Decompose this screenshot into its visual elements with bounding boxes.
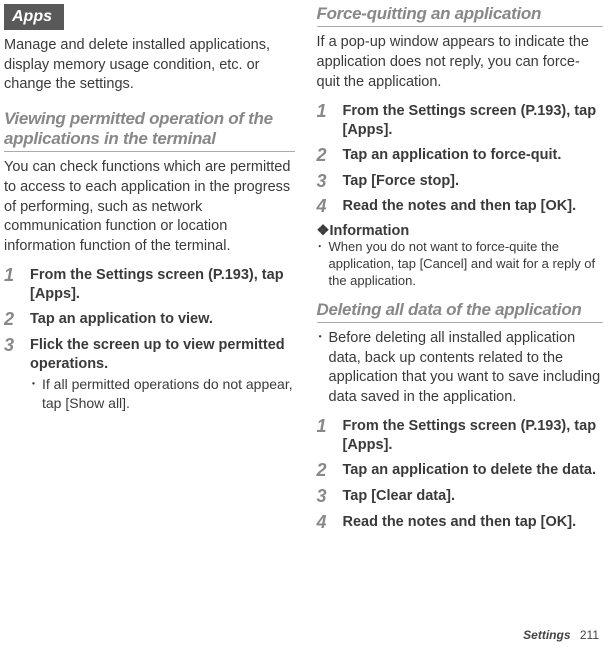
left-column: Apps Manage and delete installed applica… xyxy=(0,0,305,648)
note-item: ･ Before deleting all installed applicat… xyxy=(317,329,604,407)
step-number: 3 xyxy=(317,172,343,192)
subhead-deleting: Deleting all data of the application xyxy=(317,300,604,323)
step-text: Tap an application to force-quit. xyxy=(343,146,604,165)
subhead-viewing-desc: You can check functions which are permit… xyxy=(4,158,295,256)
step-number: 2 xyxy=(4,310,30,330)
step-number: 2 xyxy=(317,461,343,481)
step-number: 4 xyxy=(317,197,343,217)
bullet-icon: ･ xyxy=(30,375,42,411)
step-text: From the Settings screen (P.193), tap [A… xyxy=(343,417,604,455)
step-row: 2 Tap an application to delete the data. xyxy=(317,461,604,481)
information-heading: ❖Information xyxy=(317,223,604,239)
step-text: Tap [Clear data]. xyxy=(343,487,604,506)
subhead-forcequit: Force-quitting an application xyxy=(317,4,604,27)
step-text: From the Settings screen (P.193), tap [A… xyxy=(30,266,295,304)
page-footer: Settings 211 xyxy=(523,628,599,642)
step-number: 3 xyxy=(4,336,30,412)
step-row: 2 Tap an application to view. xyxy=(4,310,295,330)
step-text: Flick the screen up to view permitted op… xyxy=(30,336,295,374)
step-subtext-body: If all permitted operations do not appea… xyxy=(42,375,295,411)
step-row: 3 Tap [Force stop]. xyxy=(317,172,604,192)
information-item: ･ When you do not want to force-quite th… xyxy=(317,239,604,290)
step-subtext: ･ If all permitted operations do not app… xyxy=(30,375,295,411)
step-row: 1 From the Settings screen (P.193), tap … xyxy=(317,102,604,140)
step-row: 2 Tap an application to force-quit. xyxy=(317,146,604,166)
bullet-icon: ･ xyxy=(317,329,329,407)
step-row: 4 Read the notes and then tap [OK]. xyxy=(317,513,604,533)
bullet-icon: ･ xyxy=(317,239,329,290)
section-intro: Manage and delete installed applications… xyxy=(4,36,295,95)
step-row: 1 From the Settings screen (P.193), tap … xyxy=(317,417,604,455)
step-row: 4 Read the notes and then tap [OK]. xyxy=(317,197,604,217)
subhead-viewing: Viewing permitted operation of the appli… xyxy=(4,109,295,153)
step-text: Tap an application to delete the data. xyxy=(343,461,604,480)
step-text: Read the notes and then tap [OK]. xyxy=(343,513,604,532)
step-number: 1 xyxy=(4,266,30,304)
step-row: 3 Flick the screen up to view permitted … xyxy=(4,336,295,412)
step-number: 1 xyxy=(317,102,343,140)
step-text: From the Settings screen (P.193), tap [A… xyxy=(343,102,604,140)
information-text: When you do not want to force-quite the … xyxy=(329,239,604,290)
step-text: Tap an application to view. xyxy=(30,310,295,329)
subhead-forcequit-desc: If a pop-up window appears to indicate t… xyxy=(317,33,604,92)
step-number: 4 xyxy=(317,513,343,533)
step-row: 1 From the Settings screen (P.193), tap … xyxy=(4,266,295,304)
footer-section: Settings xyxy=(523,628,570,642)
step-text: Tap [Force stop]. xyxy=(343,172,604,191)
step-number: 3 xyxy=(317,487,343,507)
footer-page-number: 211 xyxy=(580,628,599,642)
step-number: 1 xyxy=(317,417,343,455)
step-number: 2 xyxy=(317,146,343,166)
right-column: Force-quitting an application If a pop-u… xyxy=(305,0,609,648)
section-title: Apps xyxy=(4,4,64,30)
note-text: Before deleting all installed applicatio… xyxy=(329,329,604,407)
step-text: Read the notes and then tap [OK]. xyxy=(343,197,604,216)
step-row: 3 Tap [Clear data]. xyxy=(317,487,604,507)
